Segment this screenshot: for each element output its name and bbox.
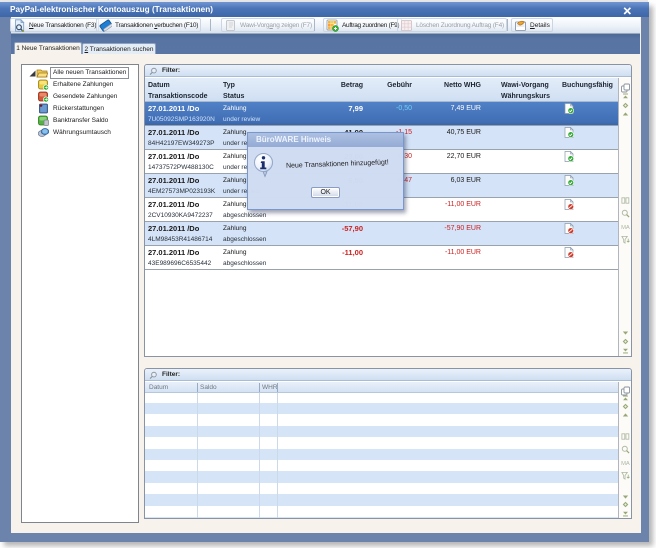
svg-text:A: A	[626, 461, 630, 467]
svg-text:A: A	[626, 225, 630, 231]
